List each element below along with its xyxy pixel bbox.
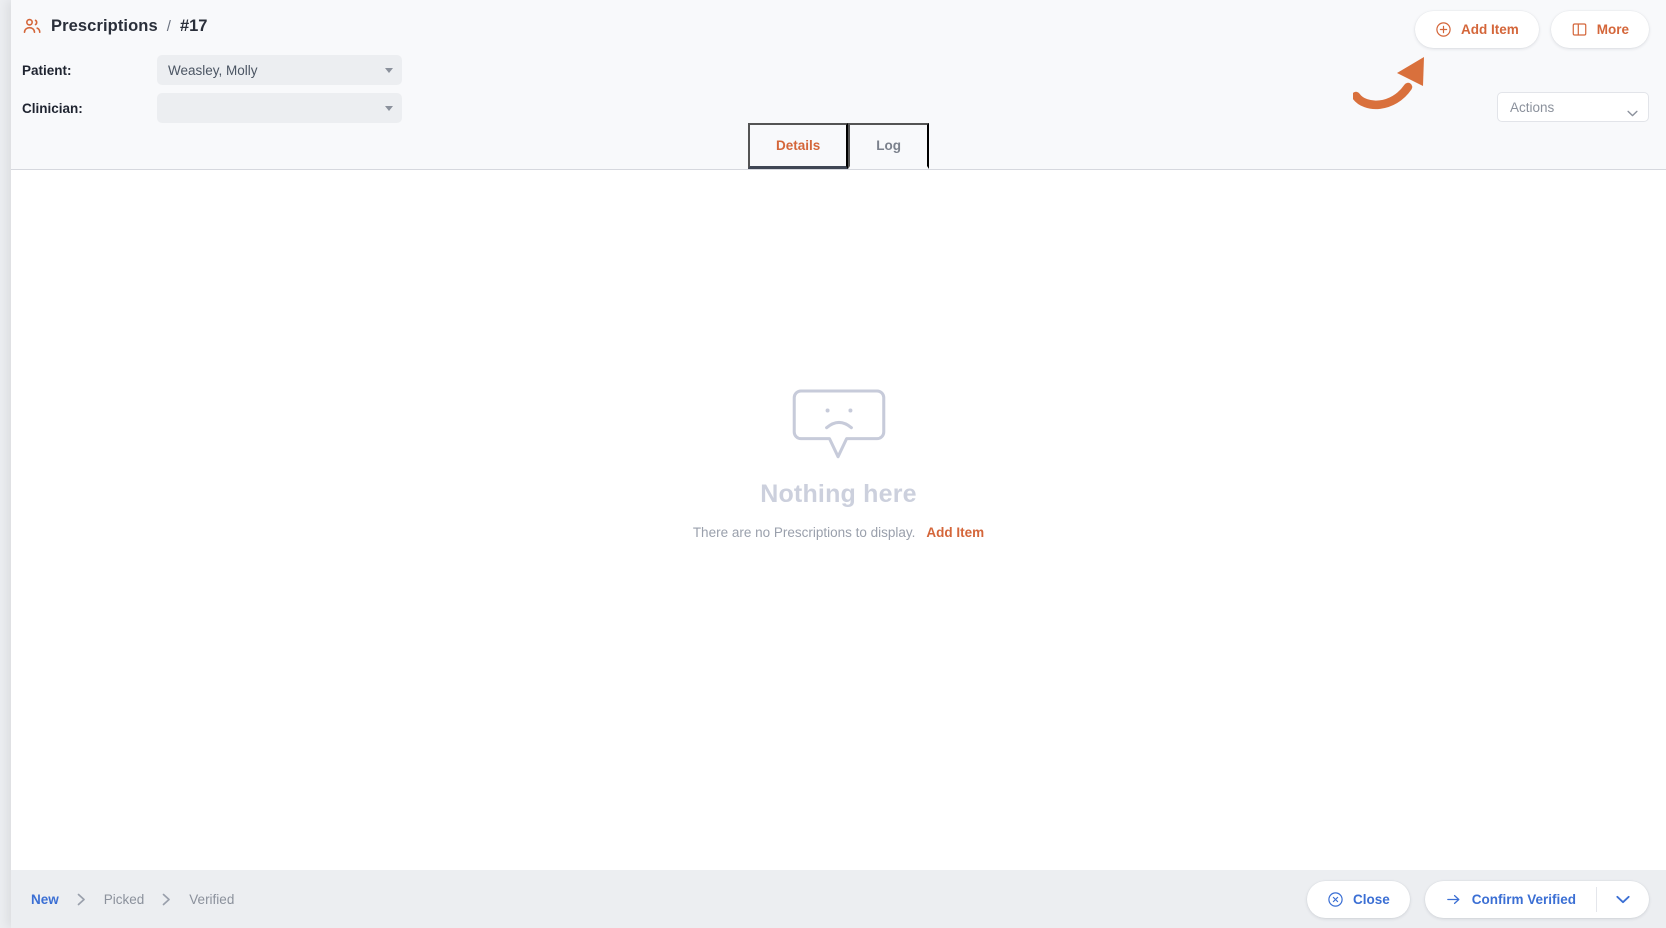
caret-down-icon [385, 68, 393, 73]
tab-log-label: Log [876, 138, 902, 153]
header-actions: Add Item More [1414, 11, 1649, 48]
field-row-patient: Patient: Weasley, Molly [22, 52, 402, 88]
chevron-right-icon [77, 893, 86, 906]
panel-body: Nothing here There are no Prescriptions … [11, 170, 1666, 870]
chevron-down-icon [1627, 104, 1638, 116]
patient-select[interactable]: Weasley, Molly [157, 55, 402, 85]
panel-footer: New Picked Verified Close Confirm Verifi… [11, 870, 1666, 928]
tab-log[interactable]: Log [848, 123, 930, 169]
more-label: More [1596, 22, 1629, 37]
record-panel: Prescriptions / #17 Patient: Weasley, Mo… [11, 0, 1666, 928]
close-label: Close [1352, 891, 1390, 907]
actions-dropdown-placeholder: Actions [1510, 99, 1555, 115]
left-panel-edge [0, 0, 11, 928]
breadcrumb-record-id: #17 [179, 16, 208, 35]
patient-select-value: Weasley, Molly [168, 62, 258, 78]
step-verified[interactable]: Verified [187, 892, 236, 907]
arrow-right-icon [1445, 891, 1462, 908]
empty-state-add-item-link[interactable]: Add Item [926, 525, 984, 540]
app-root: Prescriptions / #17 Patient: Weasley, Mo… [0, 0, 1666, 928]
confirm-verified-label: Confirm Verified [1471, 891, 1576, 907]
step-picked[interactable]: Picked [102, 892, 147, 907]
status-stepper: New Picked Verified [29, 892, 236, 907]
footer-actions: Close Confirm Verified [1306, 880, 1649, 918]
close-button[interactable]: Close [1306, 880, 1410, 918]
empty-state-subtext: There are no Prescriptions to display. A… [693, 525, 984, 540]
clinician-select[interactable] [157, 93, 402, 123]
patient-label: Patient: [22, 62, 72, 78]
close-circle-icon [1327, 891, 1344, 908]
chevron-down-icon [1616, 895, 1630, 904]
tab-bar: Details Log [11, 121, 1666, 169]
actions-dropdown[interactable]: Actions [1497, 92, 1649, 122]
panel-layout-icon [1571, 21, 1588, 38]
breadcrumb: Prescriptions / #17 [22, 16, 207, 36]
breadcrumb-separator: / [166, 17, 171, 35]
confirm-verified-dropdown-toggle[interactable] [1597, 881, 1649, 918]
add-item-button[interactable]: Add Item [1414, 11, 1539, 48]
confirm-verified-button[interactable]: Confirm Verified [1425, 881, 1596, 918]
plus-circle-icon [1435, 21, 1452, 38]
annotation-arrow [1351, 55, 1439, 111]
confirm-verified-split-button: Confirm Verified [1424, 880, 1649, 918]
empty-state: Nothing here There are no Prescriptions … [693, 381, 984, 540]
sad-speech-bubble-icon [791, 381, 887, 466]
clinician-label: Clinician: [22, 100, 83, 116]
add-item-label: Add Item [1460, 22, 1519, 37]
chevron-right-icon [162, 893, 171, 906]
empty-state-message: There are no Prescriptions to display. [692, 524, 916, 540]
caret-down-icon [385, 106, 393, 111]
empty-state-title: Nothing here [760, 479, 917, 508]
tab-details[interactable]: Details [747, 123, 849, 169]
breadcrumb-title[interactable]: Prescriptions [51, 17, 158, 36]
more-button[interactable]: More [1550, 11, 1649, 48]
users-icon [22, 16, 42, 36]
tab-details-label: Details [775, 138, 821, 153]
panel-header: Prescriptions / #17 Patient: Weasley, Mo… [11, 0, 1666, 170]
header-form: Patient: Weasley, Molly Clinician: [22, 52, 402, 128]
step-new[interactable]: New [29, 892, 61, 907]
